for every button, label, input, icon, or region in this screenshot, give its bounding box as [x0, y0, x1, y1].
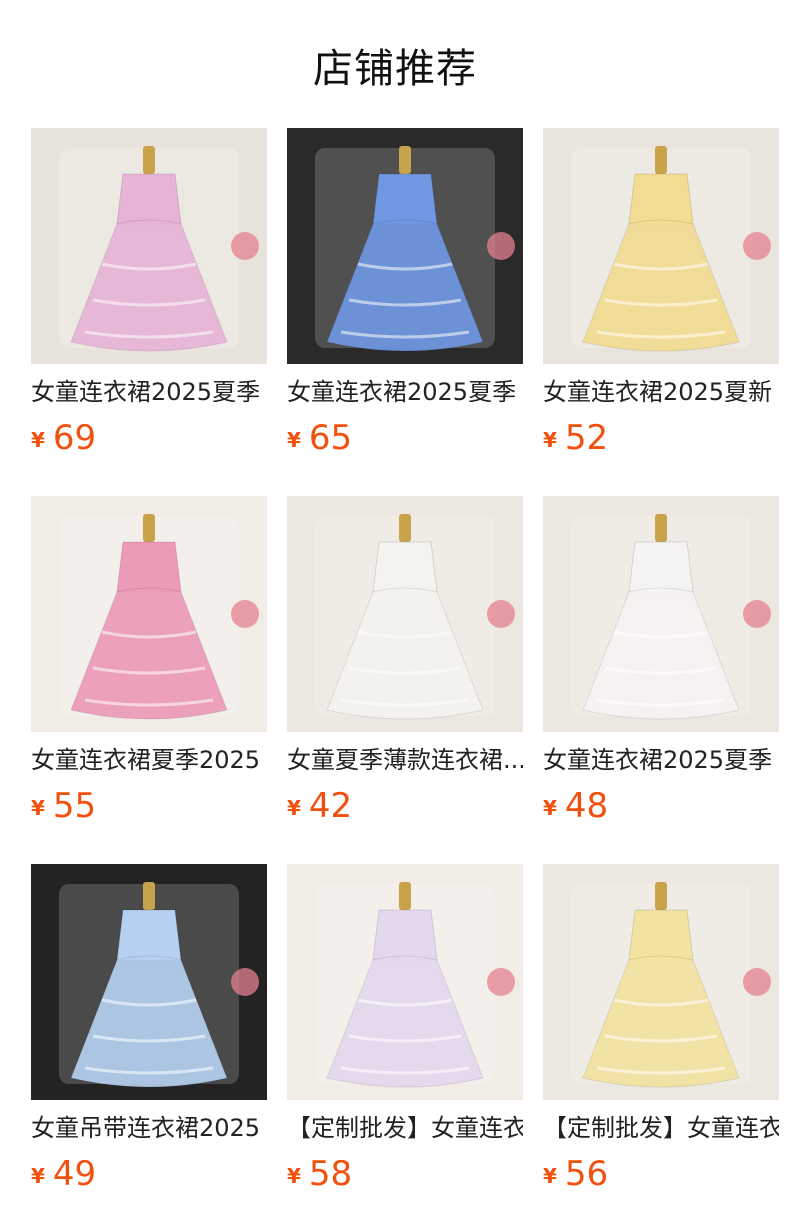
flower-decor: [743, 968, 771, 996]
currency-symbol: ¥: [287, 796, 301, 820]
dress-bodice: [372, 173, 438, 225]
product-card[interactable]: 女童连衣裙夏季2025 ¥55: [31, 496, 267, 836]
product-image[interactable]: [543, 864, 779, 1100]
product-title[interactable]: 女童连衣裙2025夏季: [287, 376, 523, 408]
currency-symbol: ¥: [287, 1164, 301, 1188]
dress-bodice: [116, 541, 182, 593]
product-image[interactable]: [543, 496, 779, 732]
price-amount: 52: [564, 418, 609, 458]
currency-symbol: ¥: [31, 796, 45, 820]
product-price: ¥49: [31, 1154, 96, 1194]
product-card[interactable]: 【定制批发】女童连衣 ¥56: [543, 864, 779, 1204]
product-title[interactable]: 女童夏季薄款连衣裙...: [287, 744, 523, 776]
currency-symbol: ¥: [543, 796, 557, 820]
flower-decor: [231, 232, 259, 260]
currency-symbol: ¥: [31, 1164, 45, 1188]
dress-illustration: [543, 496, 779, 732]
section-title: 店铺推荐: [313, 46, 477, 92]
flower-decor: [743, 232, 771, 260]
product-title[interactable]: 女童连衣裙2025夏季: [543, 744, 779, 776]
product-card[interactable]: 女童吊带连衣裙2025 ¥49: [31, 864, 267, 1204]
dress-bodice: [116, 173, 182, 225]
dress-illustration: [31, 496, 267, 732]
mannequin-neck: [143, 514, 155, 542]
price-amount: 56: [564, 1154, 609, 1194]
dress-bodice: [628, 909, 694, 961]
mannequin-neck: [143, 882, 155, 910]
flower-decor: [231, 600, 259, 628]
product-image[interactable]: [31, 128, 267, 364]
product-card[interactable]: 女童夏季薄款连衣裙... ¥42: [287, 496, 523, 836]
currency-symbol: ¥: [287, 428, 301, 452]
product-price: ¥55: [31, 786, 96, 826]
flower-decor: [743, 600, 771, 628]
flower-decor: [487, 232, 515, 260]
product-title[interactable]: 女童连衣裙2025夏新: [543, 376, 779, 408]
dress-illustration: [543, 128, 779, 364]
product-image[interactable]: [31, 496, 267, 732]
flower-decor: [487, 600, 515, 628]
mannequin-neck: [399, 514, 411, 542]
currency-symbol: ¥: [31, 428, 45, 452]
dress-illustration: [287, 128, 523, 364]
mannequin-neck: [399, 882, 411, 910]
product-card[interactable]: 女童连衣裙2025夏季 ¥48: [543, 496, 779, 836]
product-title[interactable]: 女童连衣裙2025夏季: [31, 376, 267, 408]
dress-illustration: [31, 864, 267, 1100]
product-price: ¥58: [287, 1154, 352, 1194]
product-image[interactable]: [287, 496, 523, 732]
mannequin-neck: [655, 146, 667, 174]
price-amount: 49: [52, 1154, 97, 1194]
dress-illustration: [543, 864, 779, 1100]
price-amount: 48: [564, 786, 609, 826]
price-amount: 55: [52, 786, 97, 826]
currency-symbol: ¥: [543, 428, 557, 452]
dress-illustration: [287, 864, 523, 1100]
currency-symbol: ¥: [543, 1164, 557, 1188]
flower-decor: [231, 968, 259, 996]
flower-decor: [487, 968, 515, 996]
product-image[interactable]: [287, 128, 523, 364]
product-image[interactable]: [31, 864, 267, 1100]
dress-bodice: [116, 909, 182, 961]
product-price: ¥52: [543, 418, 608, 458]
dress-bodice: [628, 541, 694, 593]
mannequin-neck: [655, 882, 667, 910]
dress-illustration: [287, 496, 523, 732]
product-image[interactable]: [287, 864, 523, 1100]
mannequin-neck: [143, 146, 155, 174]
product-price: ¥56: [543, 1154, 608, 1194]
dress-illustration: [31, 128, 267, 364]
product-card[interactable]: 【定制批发】女童连衣 ¥58: [287, 864, 523, 1204]
price-amount: 42: [308, 786, 353, 826]
product-title[interactable]: 【定制批发】女童连衣: [543, 1112, 779, 1144]
dress-bodice: [372, 541, 438, 593]
price-amount: 58: [308, 1154, 353, 1194]
mannequin-neck: [399, 146, 411, 174]
price-amount: 65: [308, 418, 353, 458]
product-card[interactable]: 女童连衣裙2025夏季 ¥65: [287, 128, 523, 468]
mannequin-neck: [655, 514, 667, 542]
product-card[interactable]: 女童连衣裙2025夏新 ¥52: [543, 128, 779, 468]
product-image[interactable]: [543, 128, 779, 364]
product-price: ¥65: [287, 418, 352, 458]
dress-bodice: [372, 909, 438, 961]
product-price: ¥42: [287, 786, 352, 826]
product-price: ¥69: [31, 418, 96, 458]
product-title[interactable]: 女童吊带连衣裙2025: [31, 1112, 267, 1144]
product-price: ¥48: [543, 786, 608, 826]
product-title[interactable]: 女童连衣裙夏季2025: [31, 744, 267, 776]
product-title[interactable]: 【定制批发】女童连衣: [287, 1112, 523, 1144]
recommendation-page: 店铺推荐 女童连衣裙2025夏季 ¥69 女童连衣裙2025夏季 ¥65 女童连衣裙20…: [0, 0, 790, 1232]
price-amount: 69: [52, 418, 97, 458]
product-card[interactable]: 女童连衣裙2025夏季 ¥69: [31, 128, 267, 468]
dress-bodice: [628, 173, 694, 225]
